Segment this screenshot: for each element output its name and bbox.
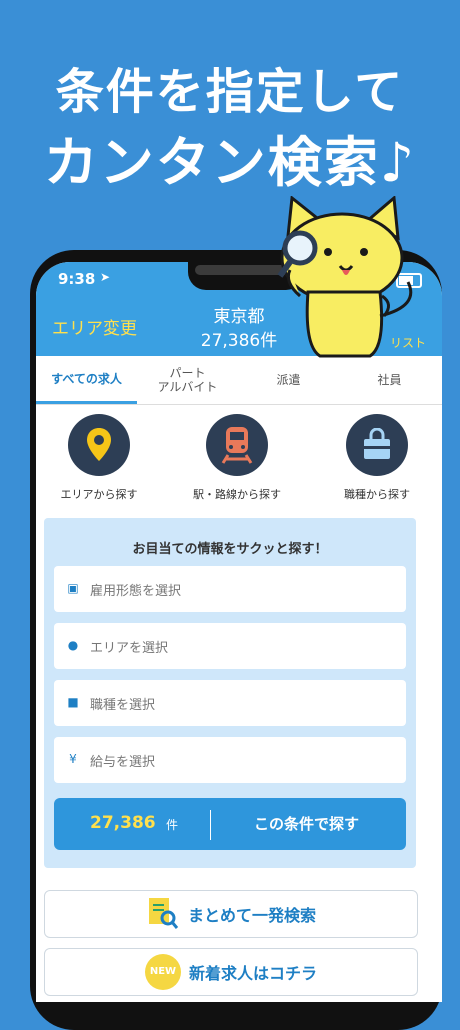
- promo-headline-1: 条件を指定して: [55, 64, 405, 120]
- bulk-search-button[interactable]: まとめて一発検索: [44, 890, 418, 938]
- result-count: 27,386: [90, 813, 156, 833]
- area-placeholder: エリアを選択: [90, 641, 169, 656]
- category-station[interactable]: 駅・路線から探す: [172, 414, 302, 502]
- category-station-label: 駅・路線から探す: [193, 488, 281, 501]
- map-pin-icon: [68, 414, 130, 476]
- salary-placeholder: 給与を選択: [90, 755, 156, 770]
- category-area[interactable]: エリアから探す: [36, 414, 164, 502]
- category-shortcuts: エリアから探す 駅・路線から探す 職種から探す: [36, 414, 442, 524]
- bag-icon: [346, 414, 408, 476]
- document-search-icon: [148, 898, 179, 929]
- job-type-placeholder: 職種を選択: [90, 698, 156, 713]
- location-arrow-icon: ➤: [100, 270, 111, 284]
- job-type-select[interactable]: ■ 職種を選択: [54, 680, 406, 726]
- category-job-label: 職種から探す: [344, 488, 410, 501]
- yen-icon: ¥: [69, 752, 77, 766]
- location-icon: ●: [67, 638, 79, 652]
- search-with-conditions-button[interactable]: 27,386 件 この条件で探す: [54, 798, 406, 850]
- tab-part-time[interactable]: パート アルバイト: [137, 356, 238, 404]
- category-area-label: エリアから探す: [60, 488, 138, 501]
- button-divider: [210, 810, 211, 840]
- employment-icon: ▣: [67, 581, 79, 595]
- cat-mascot-icon: [277, 196, 413, 358]
- bulk-search-label: まとめて一発検索: [187, 906, 316, 925]
- new-badge: NEW: [144, 954, 181, 990]
- search-label: この条件で探す: [254, 815, 360, 833]
- promo-headline-2: カンタン検索♪: [43, 131, 417, 194]
- train-icon: [206, 414, 268, 476]
- search-panel-title: お目当ての情報をサクッと探す！: [132, 542, 328, 557]
- bag-icon: ■: [67, 695, 79, 709]
- new-jobs-label: 新着求人はコチラ: [188, 964, 317, 983]
- employment-type-placeholder: 雇用形態を選択: [90, 584, 182, 599]
- employment-type-select[interactable]: ▣ 雇用形態を選択: [54, 566, 406, 612]
- search-panel: お目当ての情報をサクッと探す！ ▣ 雇用形態を選択 ● エリアを選択 ■ 職種を…: [44, 518, 416, 868]
- result-unit: 件: [166, 818, 179, 832]
- app-screen: 9:38 ➤ エリア変更 東京都 27,386件 リスト すべての求人 パート …: [36, 262, 442, 1002]
- area-select[interactable]: ● エリアを選択: [54, 623, 406, 669]
- new-jobs-button[interactable]: NEW 新着求人はコチラ: [44, 948, 418, 996]
- tab-all-jobs[interactable]: すべての求人: [36, 356, 137, 404]
- category-job[interactable]: 職種から探す: [312, 414, 442, 502]
- salary-select[interactable]: ¥ 給与を選択: [54, 737, 406, 783]
- status-time: 9:38: [58, 270, 96, 288]
